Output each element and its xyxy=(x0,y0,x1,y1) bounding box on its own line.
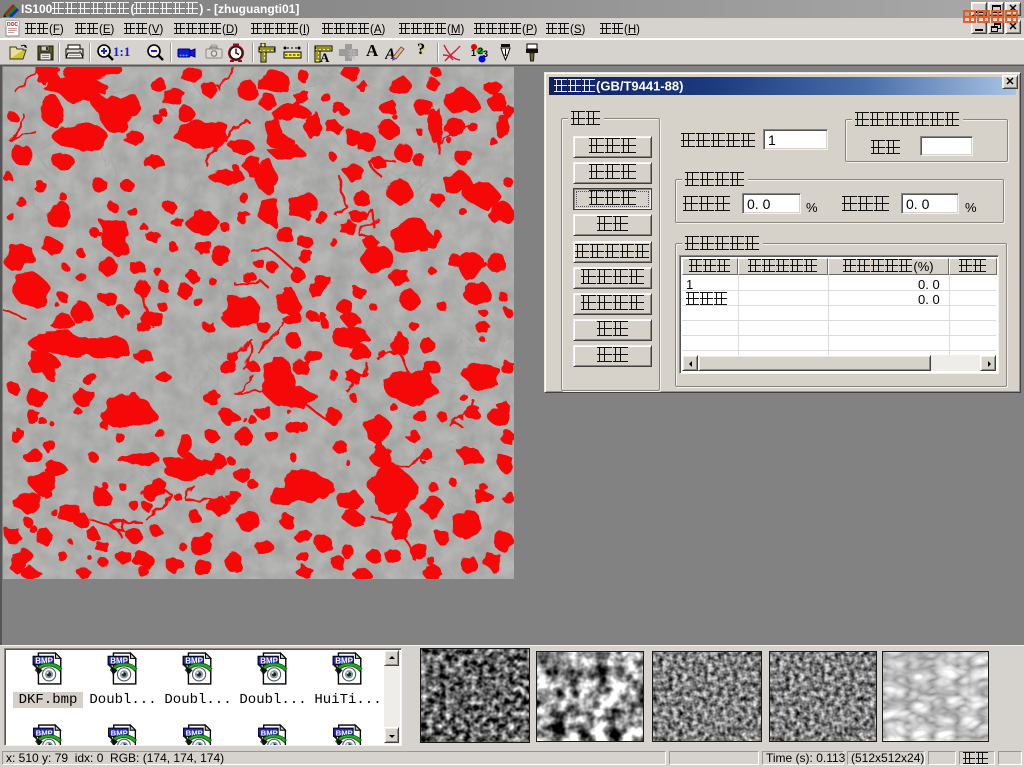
svg-text:1: 1 xyxy=(471,48,476,58)
svg-text:A: A xyxy=(320,50,330,63)
svg-text:DOC: DOC xyxy=(7,22,19,28)
svg-text:A: A xyxy=(385,46,396,63)
